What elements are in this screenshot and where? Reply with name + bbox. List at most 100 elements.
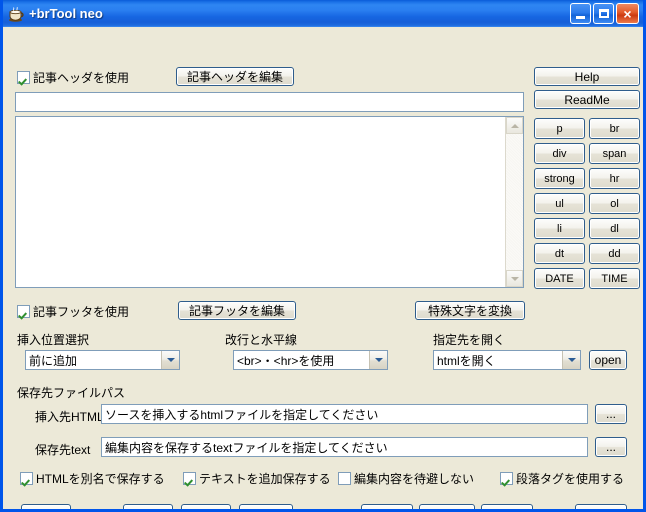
- do-not-stash-edits-checkbox[interactable]: 編集内容を待避しない: [338, 470, 474, 487]
- article-body-textarea[interactable]: [16, 117, 505, 287]
- tag-button-row: li dl: [534, 218, 640, 239]
- tag-button-li[interactable]: li: [534, 218, 585, 239]
- browse-html-path-button[interactable]: ...: [595, 404, 627, 424]
- checkbox-label: HTMLを別名で保存する: [36, 472, 165, 486]
- tag-button-span[interactable]: span: [589, 143, 640, 164]
- checkbox-box[interactable]: [17, 305, 30, 318]
- checkbox-box[interactable]: [500, 472, 513, 485]
- tag-button-date[interactable]: DATE: [534, 268, 585, 289]
- button-label: p: [556, 122, 563, 135]
- linebreak-rule-label: 改行と水平線: [225, 333, 298, 347]
- checkbox-label: 段落タグを使用する: [516, 472, 625, 486]
- client-area: 記事ヘッダを使用 記事ヘッダを編集 Help ReadMe p br div s…: [3, 27, 643, 509]
- set-mark-button[interactable]: setMark: [419, 504, 475, 509]
- tag-button-strong[interactable]: strong: [534, 168, 585, 189]
- edit-article-header-button[interactable]: 記事ヘッダを編集: [176, 67, 294, 86]
- button-label: ReadMe: [564, 92, 610, 107]
- close-button[interactable]: Close: [575, 504, 627, 509]
- button-label: ...: [605, 407, 616, 421]
- scroll-down-arrow-icon[interactable]: [506, 270, 523, 287]
- tag-button-row: p br: [534, 118, 640, 139]
- tag-button-p[interactable]: p: [534, 118, 585, 139]
- edit-article-footer-button[interactable]: 記事フッタを編集: [178, 301, 296, 320]
- close-icon: ×: [623, 5, 632, 22]
- use-article-footer-checkbox[interactable]: 記事フッタを使用: [17, 303, 129, 320]
- button-label: dt: [554, 247, 565, 260]
- tag-button-hr[interactable]: hr: [589, 168, 640, 189]
- button-label: saveTxt: [486, 508, 528, 509]
- button-label: ul: [555, 197, 564, 210]
- save-html-as-other-name-checkbox[interactable]: HTMLを別名で保存する: [20, 470, 165, 487]
- readme-button[interactable]: ReadMe: [534, 90, 640, 109]
- tag-button-dl[interactable]: dl: [589, 218, 640, 239]
- article-title-input[interactable]: [15, 92, 524, 112]
- button-label: open: [594, 353, 622, 367]
- tag-button-row: ul ol: [534, 193, 640, 214]
- tag-button-dd[interactable]: dd: [589, 243, 640, 264]
- use-paragraph-tag-checkbox[interactable]: 段落タグを使用する: [500, 470, 624, 487]
- use-article-header-checkbox[interactable]: 記事ヘッダを使用: [17, 69, 129, 86]
- select-value: <br>・<hr>を使用: [237, 353, 335, 368]
- chevron-down-icon[interactable]: [369, 351, 387, 369]
- tag-button-row: div span: [534, 143, 640, 164]
- save-text-path-label: 保存先text: [35, 443, 91, 457]
- button-label: dl: [610, 222, 619, 235]
- checkbox-box[interactable]: [17, 71, 30, 84]
- checkbox-box[interactable]: [338, 472, 351, 485]
- open-target-button[interactable]: open: [589, 350, 627, 370]
- clear-button[interactable]: Clear: [21, 504, 71, 509]
- insert-position-label: 挿入位置選択: [17, 333, 90, 347]
- minimize-button[interactable]: [570, 3, 591, 24]
- checkbox-box[interactable]: [183, 472, 196, 485]
- sub-win-button[interactable]: SubWin: [361, 504, 413, 509]
- button-label: div: [552, 147, 567, 160]
- to-file-button[interactable]: toFile: [123, 504, 173, 509]
- chevron-down-icon[interactable]: [562, 351, 580, 369]
- append-text-checkbox[interactable]: テキストを追加保存する: [183, 470, 331, 487]
- button-label: Rewrite: [246, 508, 287, 509]
- application-window: +brTool neo × 記事ヘッダを使用 記事ヘッダを編集 Help Rea…: [0, 0, 646, 512]
- article-body-editor[interactable]: [15, 116, 524, 288]
- rewrite-button[interactable]: Rewrite: [239, 504, 293, 509]
- close-window-button[interactable]: ×: [616, 3, 639, 24]
- button-label: ol: [610, 197, 619, 210]
- button-label: 特殊文字を変換: [427, 304, 512, 318]
- open-target-select[interactable]: htmlを開く: [433, 350, 581, 370]
- button-label: hr: [609, 172, 620, 185]
- scroll-up-arrow-icon[interactable]: [506, 117, 523, 134]
- coffee-cup-icon: [7, 6, 25, 24]
- insert-html-path-input[interactable]: [101, 404, 588, 424]
- insert-html-path-label: 挿入先HTML: [35, 410, 104, 424]
- button-label: strong: [544, 172, 575, 185]
- convert-special-characters-button[interactable]: 特殊文字を変換: [415, 301, 525, 320]
- button-label: span: [602, 147, 627, 160]
- tag-button-row: dt dd: [534, 243, 640, 264]
- button-label: toClip: [191, 508, 222, 509]
- scrollbar-track[interactable]: [506, 134, 523, 270]
- save-txt-button[interactable]: saveTxt: [481, 504, 533, 509]
- button-label: DATE: [545, 272, 574, 285]
- insert-position-select[interactable]: 前に追加: [25, 350, 180, 370]
- checkbox-box[interactable]: [20, 472, 33, 485]
- tag-button-time[interactable]: TIME: [589, 268, 640, 289]
- tag-button-br[interactable]: br: [589, 118, 640, 139]
- button-label: 記事ヘッダを編集: [186, 70, 283, 84]
- tag-button-div[interactable]: div: [534, 143, 585, 164]
- minimize-icon: [576, 15, 585, 19]
- button-label: br: [609, 122, 620, 135]
- maximize-button[interactable]: [593, 3, 614, 24]
- linebreak-rule-select[interactable]: <br>・<hr>を使用: [233, 350, 388, 370]
- tag-button-row: DATE TIME: [534, 268, 640, 289]
- editor-vertical-scrollbar[interactable]: [505, 117, 523, 287]
- chevron-down-icon[interactable]: [161, 351, 179, 369]
- to-clip-button[interactable]: toClip: [181, 504, 231, 509]
- tag-button-dt[interactable]: dt: [534, 243, 585, 264]
- browse-text-path-button[interactable]: ...: [595, 437, 627, 457]
- tag-button-ol[interactable]: ol: [589, 193, 640, 214]
- tag-button-row: strong hr: [534, 168, 640, 189]
- tag-button-ul[interactable]: ul: [534, 193, 585, 214]
- button-label: dd: [608, 247, 621, 260]
- help-button[interactable]: Help: [534, 67, 640, 86]
- save-text-path-input[interactable]: [101, 437, 588, 457]
- checkbox-label: 記事ヘッダを使用: [33, 71, 130, 85]
